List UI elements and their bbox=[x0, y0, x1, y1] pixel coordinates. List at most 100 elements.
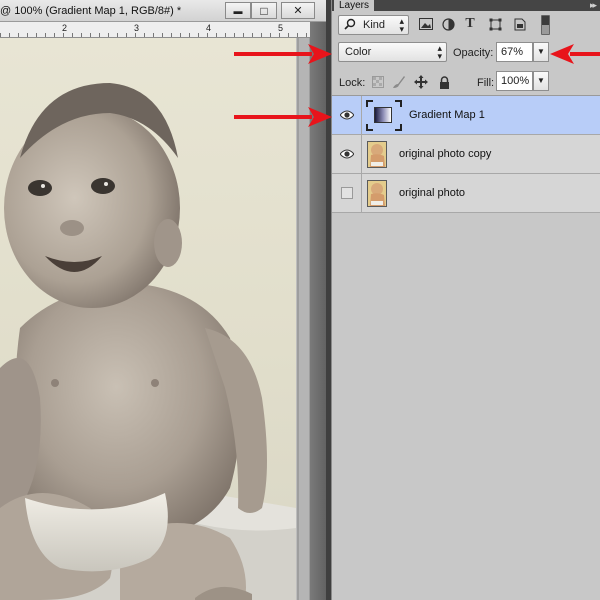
ruler-tick bbox=[18, 33, 19, 37]
lock-label: Lock: bbox=[339, 77, 366, 89]
ruler-tick bbox=[225, 33, 226, 37]
ruler-number: 3 bbox=[134, 23, 140, 33]
minimize-button[interactable]: ▬ bbox=[225, 2, 251, 19]
ruler-tick bbox=[297, 33, 298, 37]
chevron-down-icon: ▼ bbox=[537, 76, 545, 85]
hidden-visibility-box bbox=[341, 187, 353, 199]
opacity-input[interactable]: 67% bbox=[496, 42, 533, 62]
close-button[interactable]: ✕ bbox=[281, 2, 315, 19]
minimize-icon: ▬ bbox=[233, 5, 243, 16]
gradient-map-thumbnail[interactable] bbox=[366, 100, 402, 131]
blend-mode-select[interactable]: Color ▴ ▾ bbox=[338, 42, 447, 62]
tab-layers[interactable]: Layers bbox=[334, 0, 375, 11]
image-filter-icon[interactable] bbox=[418, 16, 434, 32]
layer-row-gradient-map-1[interactable]: Gradient Map 1 bbox=[332, 96, 600, 135]
filter-kind-label: Kind bbox=[363, 19, 386, 31]
layer-thumbnail[interactable] bbox=[367, 141, 387, 168]
updown-arrows-icon: ▴ ▾ bbox=[399, 16, 404, 34]
ruler-tick bbox=[243, 33, 244, 37]
adjustment-filter-icon[interactable] bbox=[440, 16, 456, 32]
vertical-scrollbar[interactable] bbox=[296, 38, 310, 600]
fill-label: Fill: bbox=[477, 77, 495, 89]
ruler-tick bbox=[261, 33, 262, 37]
selection-corner bbox=[395, 124, 402, 131]
updown-arrows-icon: ▴ ▾ bbox=[437, 43, 442, 61]
selection-corner bbox=[366, 124, 373, 131]
document-title-bar: @ 100% (Gradient Map 1, RGB/8#) * ▬ □ ✕ bbox=[0, 0, 331, 22]
document-title: @ 100% (Gradient Map 1, RGB/8#) * bbox=[0, 5, 182, 17]
ruler-tick bbox=[162, 33, 163, 37]
ruler-tick bbox=[54, 33, 55, 37]
ruler-tick bbox=[126, 33, 127, 37]
shape-filter-icon[interactable] bbox=[487, 16, 503, 32]
baby-photo bbox=[0, 83, 296, 600]
chevron-down-icon: ▼ bbox=[537, 47, 545, 56]
ruler-tick bbox=[198, 33, 199, 37]
ruler-tick bbox=[207, 33, 208, 37]
layer-name[interactable]: original photo copy bbox=[399, 148, 491, 160]
ruler-tick bbox=[63, 33, 64, 37]
ruler-number: 2 bbox=[62, 23, 68, 33]
eye-icon bbox=[340, 149, 354, 159]
smart-object-filter-icon[interactable] bbox=[512, 16, 528, 32]
ruler-tick bbox=[108, 33, 109, 37]
panel-tab-bar: Layers ▸▸ bbox=[332, 0, 600, 11]
image-canvas[interactable] bbox=[0, 38, 296, 600]
gradient-map-icon bbox=[374, 107, 392, 123]
ruler-tick bbox=[99, 33, 100, 37]
filter-toggle-switch[interactable] bbox=[541, 15, 550, 35]
ruler-tick bbox=[9, 33, 10, 37]
maximize-icon: □ bbox=[260, 3, 268, 18]
opacity-dropdown-button[interactable]: ▼ bbox=[533, 42, 549, 62]
ruler-tick bbox=[144, 33, 145, 37]
ruler-tick bbox=[171, 33, 172, 37]
selection-corner bbox=[395, 100, 402, 107]
layers-list: Gradient Map 1 original photo copy origi… bbox=[332, 95, 600, 600]
collapse-panel-icon[interactable]: ▸▸ bbox=[590, 0, 597, 11]
scrollbar-thumb[interactable] bbox=[299, 38, 309, 600]
filter-kind-select[interactable]: Kind ▴ ▾ bbox=[338, 15, 409, 35]
layer-name[interactable]: Gradient Map 1 bbox=[409, 109, 485, 121]
blend-mode-value: Color bbox=[345, 46, 372, 58]
layer-visibility-toggle[interactable] bbox=[332, 135, 362, 173]
ruler-tick bbox=[270, 33, 271, 37]
selection-corner bbox=[366, 100, 373, 107]
ruler-tick bbox=[234, 33, 235, 37]
ruler-tick bbox=[81, 33, 82, 37]
fill-dropdown-button[interactable]: ▼ bbox=[533, 71, 549, 91]
layers-panel: Layers ▸▸ Kind ▴ ▾ T Color ▴ ▾ Opacity: … bbox=[331, 0, 600, 600]
ruler-tick bbox=[216, 33, 217, 37]
layer-visibility-toggle[interactable] bbox=[332, 96, 362, 134]
lock-transparent-pixels-icon[interactable] bbox=[370, 74, 386, 90]
photoshop-window: @ 100% (Gradient Map 1, RGB/8#) * ▬ □ ✕ … bbox=[0, 0, 600, 600]
fill-input[interactable]: 100% bbox=[496, 71, 533, 91]
ruler-tick bbox=[180, 33, 181, 37]
lock-position-icon[interactable] bbox=[413, 74, 429, 90]
horizontal-ruler: 2 3 4 5 bbox=[0, 22, 310, 38]
ruler-number: 4 bbox=[206, 23, 212, 33]
layer-visibility-toggle[interactable] bbox=[332, 174, 362, 212]
type-filter-icon[interactable]: T bbox=[462, 16, 478, 32]
ruler-tick bbox=[0, 33, 1, 37]
close-icon: ✕ bbox=[293, 5, 303, 17]
document-window: @ 100% (Gradient Map 1, RGB/8#) * ▬ □ ✕ … bbox=[0, 0, 331, 600]
ruler-tick bbox=[153, 33, 154, 37]
layer-name[interactable]: original photo bbox=[399, 187, 465, 199]
layer-row-original-photo-copy[interactable]: original photo copy bbox=[332, 135, 600, 174]
opacity-label: Opacity: bbox=[453, 47, 494, 59]
layer-thumbnail[interactable] bbox=[367, 180, 387, 207]
search-icon bbox=[344, 18, 356, 33]
eye-icon bbox=[340, 110, 354, 120]
lock-image-pixels-icon[interactable] bbox=[391, 74, 407, 90]
lock-all-icon[interactable] bbox=[436, 74, 452, 90]
layer-row-original-photo[interactable]: original photo bbox=[332, 174, 600, 213]
maximize-button[interactable]: □ bbox=[251, 2, 277, 19]
ruler-tick bbox=[288, 33, 289, 37]
ruler-tick bbox=[135, 33, 136, 37]
ruler-tick bbox=[279, 33, 280, 37]
ruler-tick bbox=[306, 33, 307, 37]
ruler-tick bbox=[72, 33, 73, 37]
ruler-tick bbox=[189, 33, 190, 37]
ruler-tick bbox=[90, 33, 91, 37]
ruler-number: 5 bbox=[278, 23, 284, 33]
